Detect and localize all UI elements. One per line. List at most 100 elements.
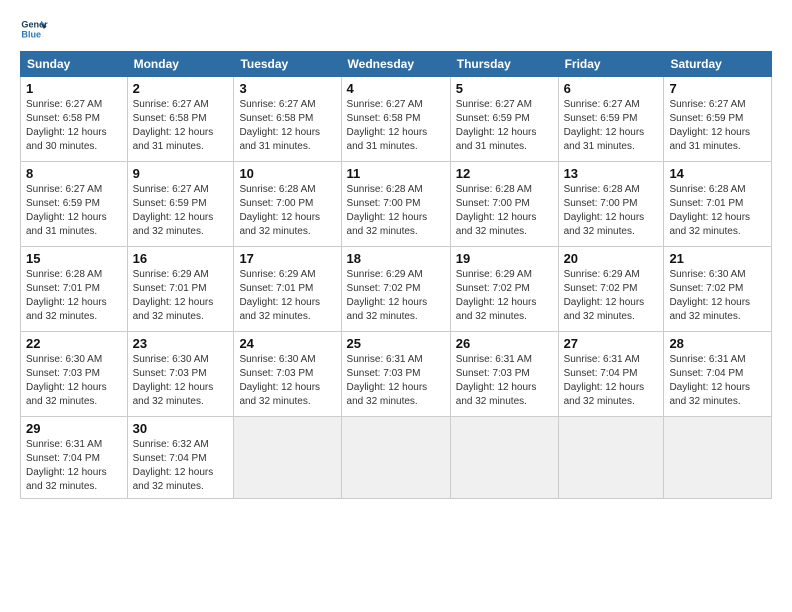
calendar-week-1: 1 Sunrise: 6:27 AM Sunset: 6:58 PM Daylig… [21,77,772,162]
weekday-header-sunday: Sunday [21,52,128,77]
day-info: Sunrise: 6:28 AM Sunset: 7:00 PM Dayligh… [239,183,335,239]
day-number: 28 [669,336,766,351]
day-info: Sunrise: 6:32 AM Sunset: 7:04 PM Dayligh… [133,438,229,494]
calendar-cell: 25 Sunrise: 6:31 AM Sunset: 7:03 PM Dayli… [341,332,450,417]
page-container: General Blue SundayMondayTuesdayWednesda… [0,0,792,509]
day-number: 20 [564,251,659,266]
calendar-table: SundayMondayTuesdayWednesdayThursdayFrid… [20,51,772,499]
day-info: Sunrise: 6:31 AM Sunset: 7:04 PM Dayligh… [564,353,659,409]
calendar-cell: 7 Sunrise: 6:27 AM Sunset: 6:59 PM Daylig… [664,77,772,162]
day-number: 7 [669,81,766,96]
day-number: 30 [133,421,229,436]
day-number: 13 [564,166,659,181]
calendar-cell: 14Sunrise: 6:28 AM Sunset: 7:01 PM Dayli… [664,162,772,247]
day-info: Sunrise: 6:30 AM Sunset: 7:03 PM Dayligh… [133,353,229,409]
day-info: Sunrise: 6:30 AM Sunset: 7:03 PM Dayligh… [26,353,122,409]
weekday-header-saturday: Saturday [664,52,772,77]
calendar-cell [234,417,341,499]
day-number: 5 [456,81,553,96]
calendar-cell: 28 Sunrise: 6:31 AM Sunset: 7:04 PM Dayli… [664,332,772,417]
calendar-cell: 15 Sunrise: 6:28 AM Sunset: 7:01 PM Dayli… [21,247,128,332]
day-number: 9 [133,166,229,181]
calendar-cell: 1 Sunrise: 6:27 AM Sunset: 6:58 PM Daylig… [21,77,128,162]
day-number: 27 [564,336,659,351]
calendar-cell: 5Sunrise: 6:27 AM Sunset: 6:59 PM Daylig… [450,77,558,162]
day-info: Sunrise: 6:27 AM Sunset: 6:58 PM Dayligh… [133,98,229,154]
day-number: 3 [239,81,335,96]
day-info: Sunrise: 6:28 AM Sunset: 7:01 PM Dayligh… [669,183,766,239]
calendar-cell: 18Sunrise: 6:29 AM Sunset: 7:02 PM Dayli… [341,247,450,332]
calendar-cell: 19 Sunrise: 6:29 AM Sunset: 7:02 PM Dayli… [450,247,558,332]
day-number: 2 [133,81,229,96]
day-number: 16 [133,251,229,266]
day-info: Sunrise: 6:27 AM Sunset: 6:58 PM Dayligh… [239,98,335,154]
day-info: Sunrise: 6:28 AM Sunset: 7:00 PM Dayligh… [564,183,659,239]
day-number: 25 [347,336,445,351]
weekday-header-wednesday: Wednesday [341,52,450,77]
calendar-cell: 13 Sunrise: 6:28 AM Sunset: 7:00 PM Dayli… [558,162,664,247]
calendar-cell: 8Sunrise: 6:27 AM Sunset: 6:59 PM Daylig… [21,162,128,247]
day-info: Sunrise: 6:31 AM Sunset: 7:04 PM Dayligh… [669,353,766,409]
calendar-cell: 21Sunrise: 6:30 AM Sunset: 7:02 PM Dayli… [664,247,772,332]
day-info: Sunrise: 6:27 AM Sunset: 6:58 PM Dayligh… [347,98,445,154]
calendar-cell: 4 Sunrise: 6:27 AM Sunset: 6:58 PM Daylig… [341,77,450,162]
day-number: 22 [26,336,122,351]
day-info: Sunrise: 6:27 AM Sunset: 6:59 PM Dayligh… [669,98,766,154]
day-number: 1 [26,81,122,96]
day-number: 6 [564,81,659,96]
day-number: 8 [26,166,122,181]
day-info: Sunrise: 6:29 AM Sunset: 7:01 PM Dayligh… [239,268,335,324]
day-number: 15 [26,251,122,266]
day-number: 4 [347,81,445,96]
day-info: Sunrise: 6:28 AM Sunset: 7:00 PM Dayligh… [456,183,553,239]
calendar-cell: 11 Sunrise: 6:28 AM Sunset: 7:00 PM Dayli… [341,162,450,247]
day-number: 23 [133,336,229,351]
calendar-cell: 20Sunrise: 6:29 AM Sunset: 7:02 PM Dayli… [558,247,664,332]
header: General Blue [20,15,772,43]
day-number: 19 [456,251,553,266]
day-number: 18 [347,251,445,266]
day-info: Sunrise: 6:29 AM Sunset: 7:02 PM Dayligh… [456,268,553,324]
weekday-header-monday: Monday [127,52,234,77]
day-info: Sunrise: 6:31 AM Sunset: 7:04 PM Dayligh… [26,438,122,494]
calendar-cell: 2 Sunrise: 6:27 AM Sunset: 6:58 PM Daylig… [127,77,234,162]
day-info: Sunrise: 6:28 AM Sunset: 7:00 PM Dayligh… [347,183,445,239]
calendar-cell: 29Sunrise: 6:31 AM Sunset: 7:04 PM Dayli… [21,417,128,499]
calendar-week-2: 8 Sunrise: 6:27 AM Sunset: 6:59 PM Daylig… [21,162,772,247]
calendar-cell: 30 Sunrise: 6:32 AM Sunset: 7:04 PM Dayli… [127,417,234,499]
day-number: 17 [239,251,335,266]
svg-text:Blue: Blue [21,29,41,39]
weekday-header-thursday: Thursday [450,52,558,77]
day-info: Sunrise: 6:27 AM Sunset: 6:59 PM Dayligh… [133,183,229,239]
day-info: Sunrise: 6:28 AM Sunset: 7:01 PM Dayligh… [26,268,122,324]
day-info: Sunrise: 6:30 AM Sunset: 7:02 PM Dayligh… [669,268,766,324]
calendar-cell [450,417,558,499]
day-number: 11 [347,166,445,181]
calendar-cell: 24Sunrise: 6:30 AM Sunset: 7:03 PM Dayli… [234,332,341,417]
day-info: Sunrise: 6:27 AM Sunset: 6:58 PM Dayligh… [26,98,122,154]
calendar-week-3: 15 Sunrise: 6:28 AM Sunset: 7:01 PM Dayli… [21,247,772,332]
weekday-header-friday: Friday [558,52,664,77]
day-info: Sunrise: 6:30 AM Sunset: 7:03 PM Dayligh… [239,353,335,409]
calendar-cell [664,417,772,499]
day-info: Sunrise: 6:31 AM Sunset: 7:03 PM Dayligh… [347,353,445,409]
calendar-week-5: 29Sunrise: 6:31 AM Sunset: 7:04 PM Dayli… [21,417,772,499]
calendar-cell: 16 Sunrise: 6:29 AM Sunset: 7:01 PM Dayli… [127,247,234,332]
calendar-cell: 9 Sunrise: 6:27 AM Sunset: 6:59 PM Daylig… [127,162,234,247]
calendar-cell: 12 Sunrise: 6:28 AM Sunset: 7:00 PM Dayli… [450,162,558,247]
day-info: Sunrise: 6:29 AM Sunset: 7:01 PM Dayligh… [133,268,229,324]
logo-icon: General Blue [20,15,48,43]
calendar-week-4: 22 Sunrise: 6:30 AM Sunset: 7:03 PM Dayli… [21,332,772,417]
day-number: 10 [239,166,335,181]
calendar-cell: 22 Sunrise: 6:30 AM Sunset: 7:03 PM Dayli… [21,332,128,417]
calendar-cell [558,417,664,499]
calendar-cell: 23 Sunrise: 6:30 AM Sunset: 7:03 PM Dayli… [127,332,234,417]
calendar-cell: 27 Sunrise: 6:31 AM Sunset: 7:04 PM Dayli… [558,332,664,417]
weekday-header-row: SundayMondayTuesdayWednesdayThursdayFrid… [21,52,772,77]
weekday-header-tuesday: Tuesday [234,52,341,77]
day-number: 12 [456,166,553,181]
calendar-cell: 6Sunrise: 6:27 AM Sunset: 6:59 PM Daylig… [558,77,664,162]
logo: General Blue [20,15,48,43]
calendar-cell: 17 Sunrise: 6:29 AM Sunset: 7:01 PM Dayli… [234,247,341,332]
day-number: 26 [456,336,553,351]
